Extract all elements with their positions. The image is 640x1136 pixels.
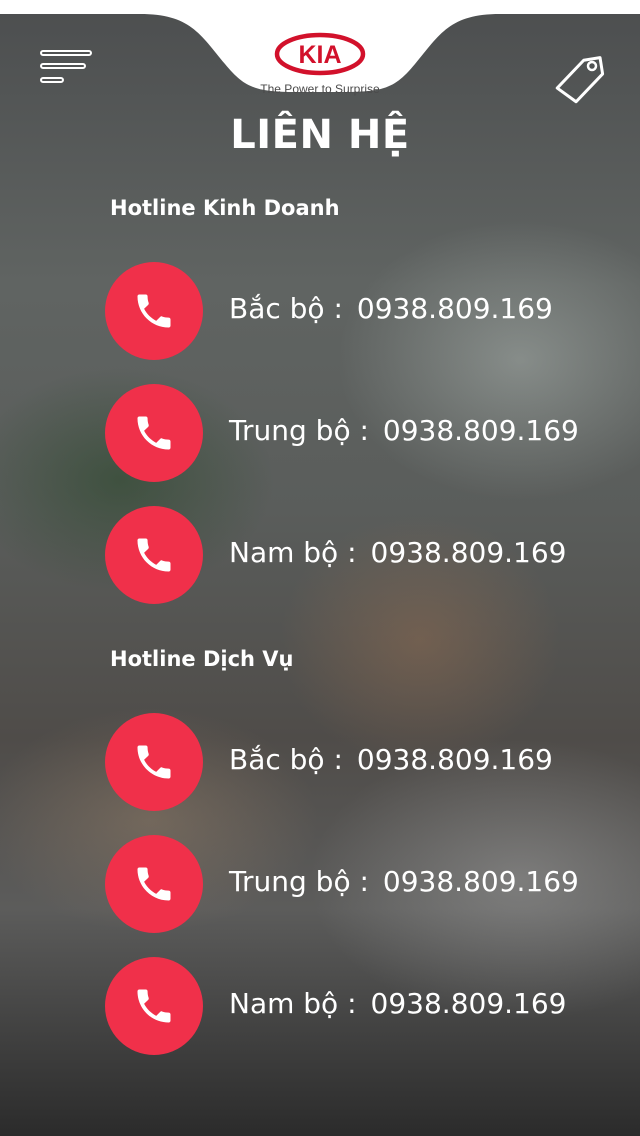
- phone-number[interactable]: 0938.809.169: [383, 414, 579, 447]
- page-title: LIÊN HỆ: [230, 112, 410, 158]
- kia-logo[interactable]: KIA The Power to Surprise: [240, 30, 400, 100]
- section-heading-sales: Hotline Kinh Doanh: [110, 196, 340, 220]
- phone-icon: [137, 416, 171, 450]
- phone-number[interactable]: 0938.809.169: [357, 292, 553, 325]
- phone-icon: [137, 538, 171, 572]
- top-bar: KIA The Power to Surprise: [0, 14, 640, 104]
- hotline-row[interactable]: Bắc bộ : 0938.809.169: [105, 713, 605, 811]
- call-button[interactable]: [105, 262, 203, 360]
- call-button[interactable]: [105, 957, 203, 1055]
- brand-tagline: The Power to Surprise: [260, 82, 380, 96]
- hotline-row[interactable]: Nam bộ : 0938.809.169: [105, 506, 605, 604]
- call-button[interactable]: [105, 835, 203, 933]
- phone-number[interactable]: 0938.809.169: [371, 987, 567, 1020]
- region-label: Trung bộ :: [229, 414, 369, 447]
- region-label: Bắc bộ :: [229, 292, 343, 325]
- region-label: Nam bộ :: [229, 536, 357, 569]
- region-label: Nam bộ :: [229, 987, 357, 1020]
- phone-number[interactable]: 0938.809.169: [383, 865, 579, 898]
- menu-icon-bar-1: [40, 50, 92, 56]
- phone-icon: [137, 867, 171, 901]
- menu-button[interactable]: [40, 50, 94, 90]
- phone-number[interactable]: 0938.809.169: [371, 536, 567, 569]
- menu-icon-bar-2: [40, 63, 86, 69]
- status-strip: [0, 0, 640, 14]
- tag-icon[interactable]: [552, 52, 608, 108]
- hotline-text: Bắc bộ : 0938.809.169: [229, 743, 553, 776]
- region-label: Trung bộ :: [229, 865, 369, 898]
- phone-icon: [137, 294, 171, 328]
- contact-screen: KIA The Power to Surprise LIÊN HỆ Hotlin…: [0, 0, 640, 1136]
- logo-lettering: KIA: [298, 41, 341, 69]
- hotline-text: Trung bộ : 0938.809.169: [229, 865, 579, 898]
- call-button[interactable]: [105, 506, 203, 604]
- hotline-text: Bắc bộ : 0938.809.169: [229, 292, 553, 325]
- hotline-row[interactable]: Bắc bộ : 0938.809.169: [105, 262, 605, 360]
- menu-icon-bar-3: [40, 77, 64, 83]
- call-button[interactable]: [105, 713, 203, 811]
- region-label: Bắc bộ :: [229, 743, 343, 776]
- hotline-row[interactable]: Nam bộ : 0938.809.169: [105, 957, 605, 1055]
- phone-icon: [137, 745, 171, 779]
- section-heading-service: Hotline Dịch Vụ: [110, 647, 294, 671]
- hotline-text: Trung bộ : 0938.809.169: [229, 414, 579, 447]
- phone-icon: [137, 989, 171, 1023]
- hotline-text: Nam bộ : 0938.809.169: [229, 536, 566, 569]
- kia-logo-mark: KIA: [274, 32, 366, 76]
- hotline-text: Nam bộ : 0938.809.169: [229, 987, 566, 1020]
- call-button[interactable]: [105, 384, 203, 482]
- phone-number[interactable]: 0938.809.169: [357, 743, 553, 776]
- hotline-row[interactable]: Trung bộ : 0938.809.169: [105, 384, 605, 482]
- hotline-row[interactable]: Trung bộ : 0938.809.169: [105, 835, 605, 933]
